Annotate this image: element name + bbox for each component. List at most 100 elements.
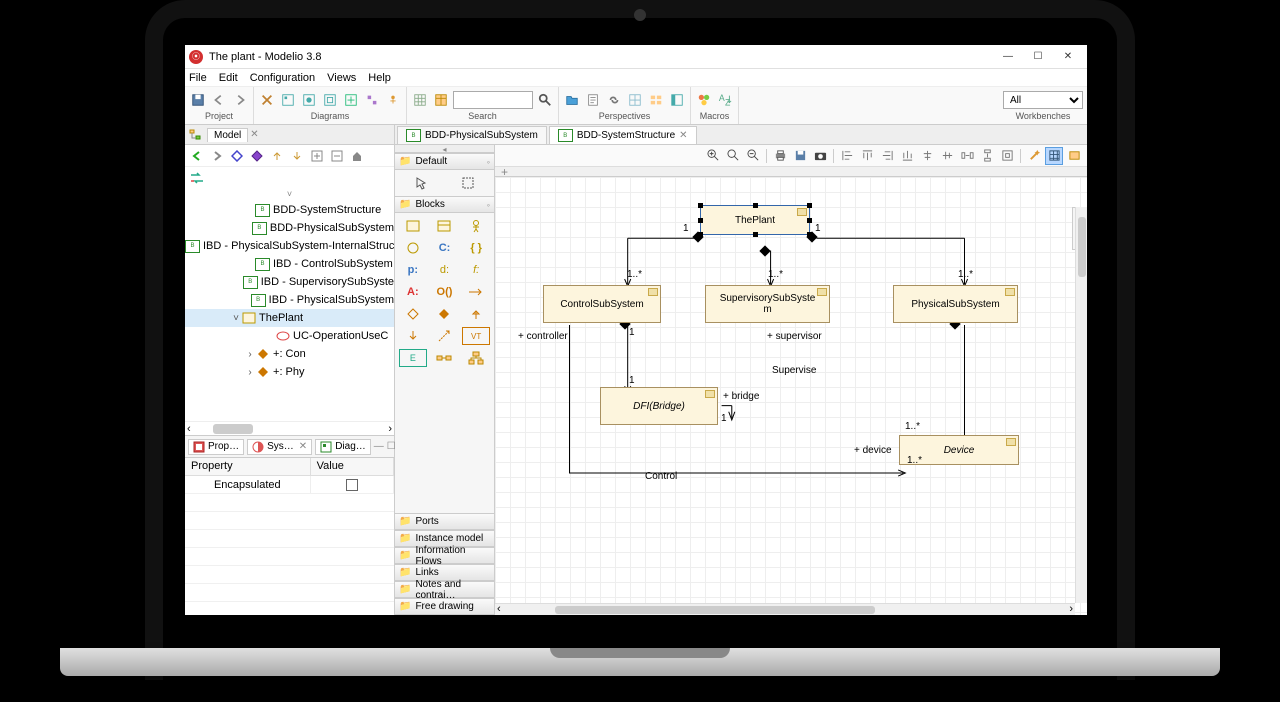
save-diagram-icon[interactable] [791, 147, 809, 165]
open-folder-icon[interactable] [563, 91, 581, 109]
tab-close-icon[interactable]: ✕ [679, 130, 687, 141]
block-physicalsubsystem[interactable]: PhysicalSubSystem [893, 285, 1018, 323]
search-input[interactable] [453, 91, 533, 109]
script-icon[interactable] [584, 91, 602, 109]
model-tab[interactable]: Model [207, 128, 248, 142]
dist-h-icon[interactable] [958, 147, 976, 165]
tree-item[interactable]: BIBD - PhysicalSubSystem-InternalStructu… [185, 237, 394, 255]
link-icon[interactable] [605, 91, 623, 109]
pal-hier-icon[interactable] [462, 349, 490, 367]
matrix-icon[interactable] [411, 91, 429, 109]
same-size-icon[interactable] [998, 147, 1016, 165]
pal-flow-icon[interactable] [462, 283, 490, 301]
pal-vt-icon[interactable]: VT [462, 327, 490, 345]
pal-braces-icon[interactable]: { } [462, 239, 490, 257]
save-icon[interactable] [189, 91, 207, 109]
zoom-in-icon[interactable] [704, 147, 722, 165]
diagram4-icon[interactable] [342, 91, 360, 109]
pal-property-icon[interactable]: p: [399, 261, 427, 279]
diamond-in-icon[interactable] [249, 148, 265, 164]
diagram3-icon[interactable] [321, 91, 339, 109]
pal-connector-icon[interactable] [431, 349, 459, 367]
diagram5-icon[interactable] [363, 91, 381, 109]
tree-item[interactable]: ›+: Con [185, 345, 394, 363]
encapsulated-checkbox[interactable] [346, 479, 358, 491]
model-tab-close[interactable]: ✕ [250, 129, 258, 140]
pal-dep-icon[interactable] [431, 327, 459, 345]
tab-diagram[interactable]: Diag… [315, 439, 371, 455]
arrow-down-icon[interactable] [289, 148, 305, 164]
wand-icon[interactable] [1025, 147, 1043, 165]
tree-h-scrollbar[interactable]: ‹› [185, 421, 394, 435]
canvas-h-scrollbar[interactable]: ‹› [495, 603, 1075, 615]
workbench-select[interactable]: All [1003, 91, 1083, 109]
menu-configuration[interactable]: Configuration [250, 72, 315, 84]
grid-icon[interactable] [626, 91, 644, 109]
tree-item[interactable]: BBDD-PhysicalSubSystem [185, 219, 394, 237]
pal-gen-icon[interactable] [462, 305, 490, 323]
pal-block2-icon[interactable] [431, 217, 459, 235]
diamond-out-icon[interactable] [229, 148, 245, 164]
canvas-v-scrollbar[interactable] [1075, 207, 1087, 603]
block-theplant[interactable]: ThePlant [700, 205, 810, 235]
grid2-icon[interactable] [647, 91, 665, 109]
panel-min-icon[interactable]: — [374, 441, 384, 452]
extra-icon[interactable] [1065, 147, 1083, 165]
pal-datatype-icon[interactable]: d: [431, 261, 459, 279]
maximize-button[interactable]: ☐ [1023, 46, 1053, 68]
pal-block-icon[interactable] [399, 217, 427, 235]
menu-edit[interactable]: Edit [219, 72, 238, 84]
nav-back-icon[interactable] [189, 148, 205, 164]
pal-req-icon[interactable] [399, 327, 427, 345]
align-center-v-icon[interactable] [938, 147, 956, 165]
align-bottom-icon[interactable] [898, 147, 916, 165]
align-left-icon[interactable] [838, 147, 856, 165]
zoom-reset-icon[interactable] [724, 147, 742, 165]
pal-free-header[interactable]: 📁Free drawing [395, 598, 494, 615]
menu-file[interactable]: File [189, 72, 207, 84]
snapshot-icon[interactable] [811, 147, 829, 165]
align-right-icon[interactable] [878, 147, 896, 165]
tree-item[interactable]: UC-OperationUseC [185, 327, 394, 345]
pal-info-header[interactable]: 📁Information Flows [395, 547, 494, 564]
settings-icon[interactable] [258, 91, 276, 109]
macro2-icon[interactable]: AZ [716, 91, 734, 109]
print-icon[interactable] [771, 147, 789, 165]
back-icon[interactable] [210, 91, 228, 109]
pal-default-header[interactable]: 📁Default◦ [395, 153, 494, 170]
tab-bdd-physical[interactable]: B BDD-PhysicalSubSystem [397, 126, 547, 144]
diagram1-icon[interactable] [279, 91, 297, 109]
collapse-icon[interactable] [329, 148, 345, 164]
pal-operation-icon[interactable]: O() [431, 283, 459, 301]
model-tree[interactable]: BBDD-SystemStructureBBDD-PhysicalSubSyst… [185, 199, 394, 421]
tree-item[interactable]: BIBD - PhysicalSubSystem [185, 291, 394, 309]
pal-diamond-out-icon[interactable] [399, 305, 427, 323]
block-dfi[interactable]: DFI(Bridge) [600, 387, 718, 425]
menu-help[interactable]: Help [368, 72, 391, 84]
menu-views[interactable]: Views [327, 72, 356, 84]
tab-sysml-close-icon[interactable]: ✕ [299, 441, 307, 452]
diagram6-icon[interactable] [384, 91, 402, 109]
pal-marquee-icon[interactable] [447, 174, 491, 192]
minimize-button[interactable]: — [993, 46, 1023, 68]
block-supervisorysubsystem[interactable]: SupervisorySubSyste m [705, 285, 830, 323]
diagram2-icon[interactable] [300, 91, 318, 109]
zoom-out-icon[interactable] [744, 147, 762, 165]
align-center-h-icon[interactable] [918, 147, 936, 165]
pal-blocks-header[interactable]: 📁Blocks◦ [395, 196, 494, 213]
expand-icon[interactable] [309, 148, 325, 164]
align-top-icon[interactable] [858, 147, 876, 165]
tab-bdd-structure[interactable]: B BDD-SystemStructure ✕ [549, 126, 697, 144]
pal-actor-icon[interactable] [462, 217, 490, 235]
arrow-up-icon[interactable] [269, 148, 285, 164]
diagram-canvas[interactable]: ThePlant ControlSubSystem SupervisorySub… [495, 177, 1087, 615]
tab-properties[interactable]: Prop… [188, 439, 244, 455]
pal-attribute-icon[interactable]: A: [399, 283, 427, 301]
tree-item[interactable]: ˅ThePlant [185, 309, 394, 327]
pal-notes-header[interactable]: 📁Notes and contrai… [395, 581, 494, 598]
tab-sysml[interactable]: Sys…✕ [247, 439, 312, 455]
pal-diamond-in-icon[interactable] [431, 305, 459, 323]
macro1-icon[interactable] [695, 91, 713, 109]
nav-fwd-icon[interactable] [209, 148, 225, 164]
search-icon[interactable] [536, 91, 554, 109]
